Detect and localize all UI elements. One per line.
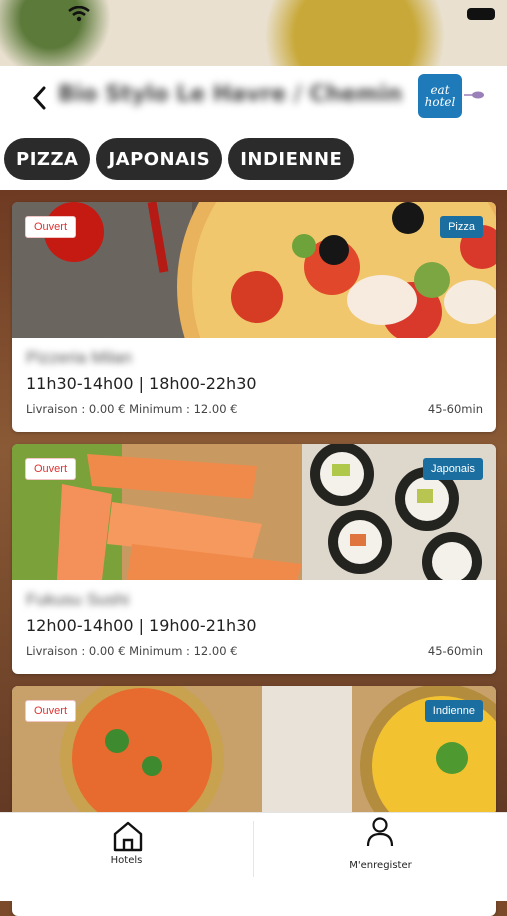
category-badge: Japonais — [422, 458, 483, 480]
pizza-photo — [12, 202, 496, 338]
status-badge: Ouvert — [25, 458, 77, 480]
chip-pizza[interactable]: PIZZA — [4, 138, 91, 180]
wifi-icon — [68, 6, 90, 22]
bottom-navigation: Hotels M'enregister — [0, 812, 507, 901]
chip-indienne[interactable]: INDIENNE — [228, 138, 355, 180]
chip-japonais[interactable]: JAPONAIS — [96, 138, 223, 180]
nav-register[interactable]: M'enregister — [254, 813, 507, 901]
home-icon — [113, 821, 143, 852]
opening-hours: 12h00-14h00 | 19h00-21h30 — [26, 616, 257, 635]
status-badge: Ouvert — [25, 216, 77, 238]
status-badge: Ouvert — [25, 700, 77, 722]
back-arrow-icon[interactable] — [30, 84, 50, 112]
category-filter-bar: PIZZA JAPONAIS INDIENNE — [4, 138, 355, 180]
indian-food-photo — [12, 686, 496, 822]
restaurant-name: Pizzeria Milan — [26, 348, 132, 367]
eat-hotel-logo: eat hotel — [418, 74, 462, 118]
nav-hotels[interactable]: Hotels — [0, 813, 253, 901]
status-bar — [0, 0, 507, 30]
logo-line-2: hotel — [424, 95, 456, 109]
delivery-time: 45-60min — [427, 644, 483, 658]
category-badge: Indienne — [424, 700, 483, 722]
header: Bio Stylo Le Havre / Chemin eat hotel PI… — [0, 66, 507, 190]
restaurant-card-japonais[interactable]: Ouvert Japonais Fukusu Sushi 12h00-14h00… — [12, 444, 496, 674]
logo-ribbon-icon — [464, 91, 484, 99]
delivery-time: 45-60min — [427, 402, 483, 416]
restaurant-card-pizza[interactable]: Ouvert Pizza Pizzeria Milan 11h30-14h00 … — [12, 202, 496, 432]
category-badge: Pizza — [440, 216, 483, 238]
nav-register-label: M'enregister — [349, 860, 412, 871]
user-icon — [366, 817, 394, 847]
nav-hotels-label: Hotels — [110, 855, 143, 866]
restaurant-name: Fukusu Sushi — [26, 590, 129, 609]
delivery-info: Livraison : 0.00 € Minimum : 12.00 € — [26, 644, 238, 658]
hotel-title: Bio Stylo Le Havre / Chemin — [58, 82, 403, 107]
delivery-info: Livraison : 0.00 € Minimum : 12.00 € — [26, 402, 238, 416]
opening-hours: 11h30-14h00 | 18h00-22h30 — [26, 374, 257, 393]
battery-icon — [467, 8, 495, 20]
